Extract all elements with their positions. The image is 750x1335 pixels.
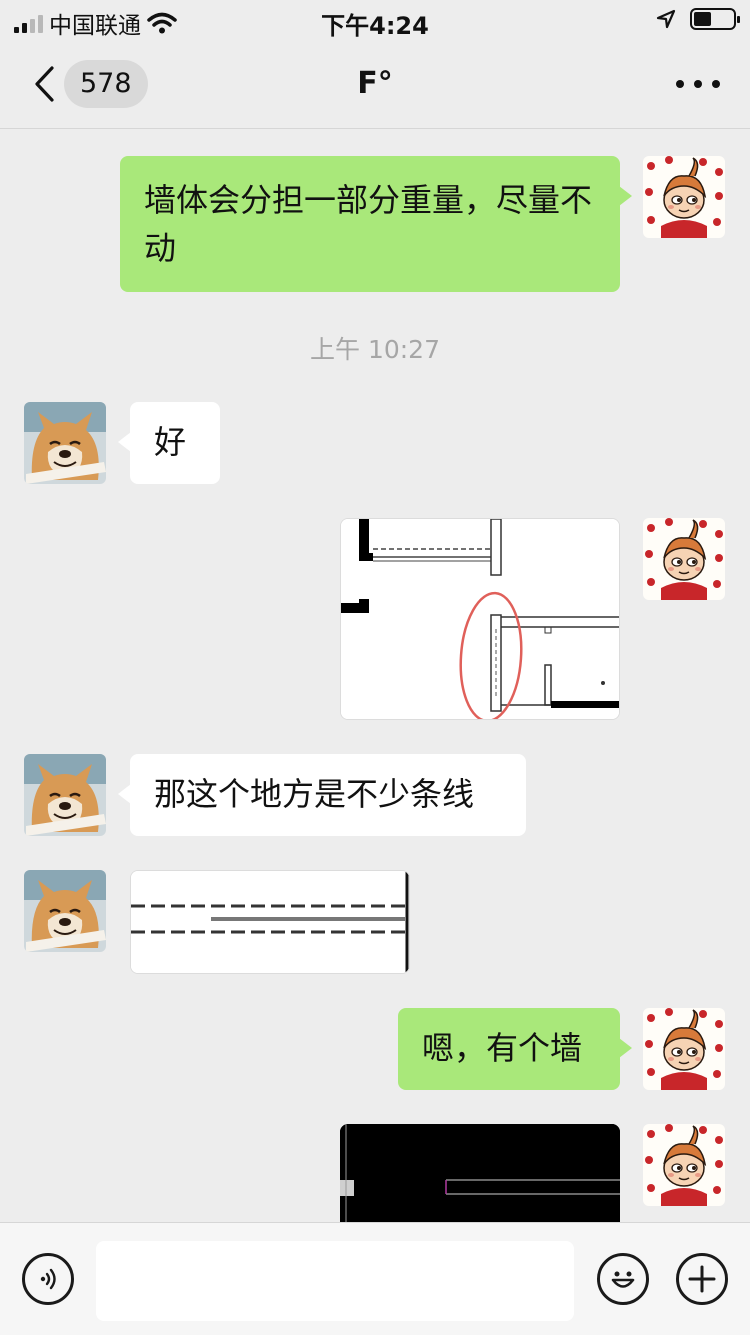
plus-icon bbox=[688, 1265, 716, 1293]
avatar[interactable] bbox=[643, 1008, 725, 1090]
avatar[interactable] bbox=[24, 870, 106, 952]
girl-avatar-image bbox=[643, 518, 725, 600]
status-right bbox=[656, 8, 740, 30]
avatar[interactable] bbox=[24, 754, 106, 836]
time-divider: 上午 10:27 bbox=[310, 335, 440, 364]
avatar[interactable] bbox=[643, 1124, 725, 1206]
girl-avatar-image bbox=[643, 156, 725, 238]
voice-icon bbox=[40, 1268, 56, 1290]
voice-button[interactable] bbox=[22, 1253, 74, 1305]
message-text: 墙体会分担一部分重量，尽量不动 bbox=[144, 181, 593, 267]
chat-header: 578 F° bbox=[0, 40, 750, 129]
status-bar: 中国联通 下午4:24 bbox=[0, 0, 750, 40]
message-bubble[interactable]: 好 bbox=[118, 402, 220, 484]
dashed-lines-image bbox=[131, 871, 409, 973]
dog-avatar-image bbox=[24, 870, 106, 952]
status-time: 下午4:24 bbox=[321, 12, 429, 40]
message-input[interactable] bbox=[96, 1241, 574, 1321]
image-message-cad[interactable] bbox=[340, 1124, 620, 1222]
message-bubble[interactable]: 墙体会分担一部分重量，尽量不动 bbox=[120, 156, 632, 292]
message-bubble[interactable]: 那这个地方是不少条线 bbox=[118, 754, 526, 836]
avatar[interactable] bbox=[24, 402, 106, 484]
floor-plan-image bbox=[341, 519, 619, 719]
avatar[interactable] bbox=[643, 156, 725, 238]
dark-cad-image bbox=[340, 1124, 620, 1222]
input-bar bbox=[0, 1222, 750, 1335]
plus-button[interactable] bbox=[676, 1253, 728, 1305]
image-message-lines[interactable] bbox=[130, 870, 410, 974]
emoji-button[interactable] bbox=[597, 1253, 649, 1305]
message-text: 好 bbox=[154, 423, 187, 461]
more-dots-icon bbox=[676, 80, 684, 88]
battery-icon bbox=[690, 8, 740, 30]
girl-avatar-image bbox=[643, 1124, 725, 1206]
avatar[interactable] bbox=[643, 518, 725, 600]
dog-avatar-image bbox=[24, 754, 106, 836]
message-bubble[interactable]: 嗯，有个墙 bbox=[398, 1008, 632, 1090]
image-message-floor-plan[interactable] bbox=[340, 518, 620, 720]
emoji-icon bbox=[611, 1271, 635, 1288]
girl-avatar-image bbox=[643, 1008, 725, 1090]
more-button[interactable] bbox=[676, 70, 720, 98]
message-text: 那这个地方是不少条线 bbox=[154, 775, 475, 813]
message-text: 嗯，有个墙 bbox=[422, 1029, 583, 1067]
dog-avatar-image bbox=[24, 402, 106, 484]
location-arrow-icon bbox=[656, 9, 676, 29]
chat-title: F° bbox=[357, 66, 393, 101]
